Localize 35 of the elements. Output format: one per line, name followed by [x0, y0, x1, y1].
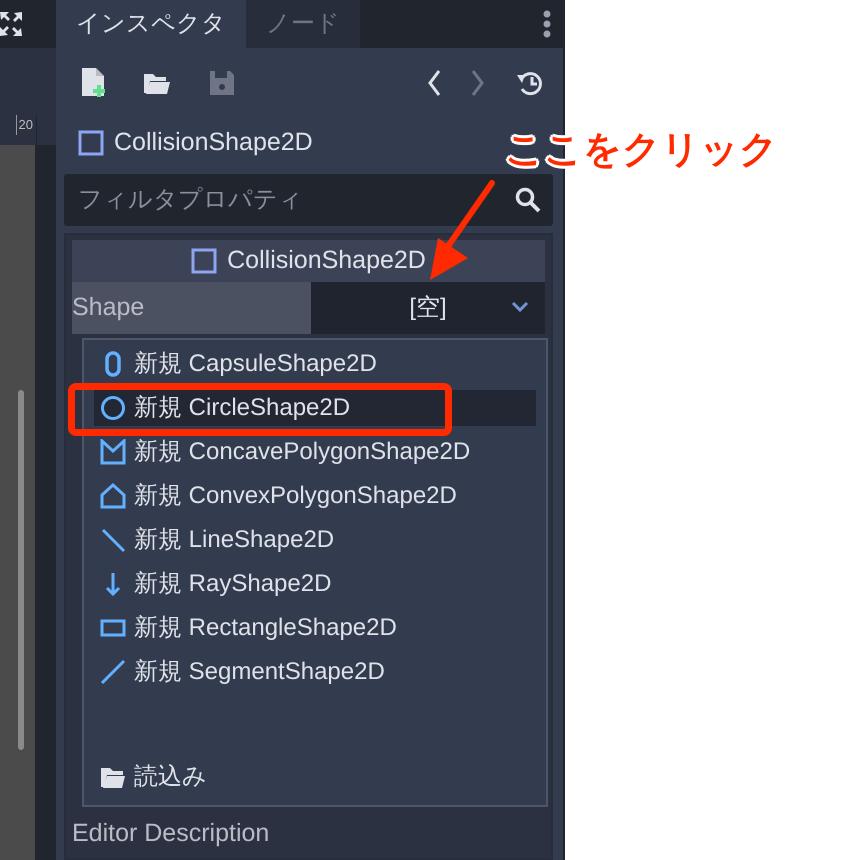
object-name: CollisionShape2D: [114, 127, 313, 158]
property-label: Shape: [72, 282, 311, 334]
folder-icon: [100, 765, 126, 789]
concave-shape-icon: [100, 439, 126, 465]
section-title: CollisionShape2D: [227, 245, 426, 276]
back-icon[interactable]: [427, 69, 441, 97]
property-dropdown[interactable]: [空]: [311, 282, 545, 334]
new-file-icon[interactable]: [80, 68, 106, 98]
menu-item[interactable]: 新規 CapsuleShape2D: [94, 346, 536, 382]
node-icon: [191, 248, 218, 274]
section-header[interactable]: CollisionShape2D: [72, 240, 545, 282]
menu-item[interactable]: 新規 CircleShape2D: [94, 390, 536, 426]
search-icon[interactable]: [515, 187, 541, 213]
menu-item[interactable]: 新規 RectangleShape2D: [94, 610, 536, 646]
property-label: Editor Description: [72, 818, 270, 848]
circle-icon: [100, 395, 126, 421]
menu-item[interactable]: 新規 ConvexPolygonShape2D: [94, 478, 536, 514]
node-icon: [78, 130, 104, 156]
house-shape-icon: [100, 483, 126, 509]
segment-icon: [100, 659, 126, 685]
tab[interactable]: インスペクタ: [56, 0, 246, 48]
line-icon: [100, 527, 126, 553]
expand-icon: [0, 12, 22, 36]
scrollbar[interactable]: [18, 390, 24, 750]
menu-icon[interactable]: [543, 10, 551, 38]
menu-item[interactable]: 読込み: [94, 759, 536, 795]
menu-item[interactable]: 新規 ConcavePolygonShape2D: [94, 434, 536, 470]
filter-field[interactable]: フィルタプロパティ: [64, 174, 553, 226]
menu-item[interactable]: 新規 LineShape2D: [94, 522, 536, 558]
menu-item[interactable]: 新規 SegmentShape2D: [94, 654, 536, 690]
history-icon[interactable]: [515, 69, 545, 97]
chevron-down-icon: [511, 301, 529, 312]
folder-icon[interactable]: [143, 71, 171, 95]
ruler-label: 20: [16, 115, 36, 135]
menu-item[interactable]: 新規 RayShape2D: [94, 566, 536, 602]
